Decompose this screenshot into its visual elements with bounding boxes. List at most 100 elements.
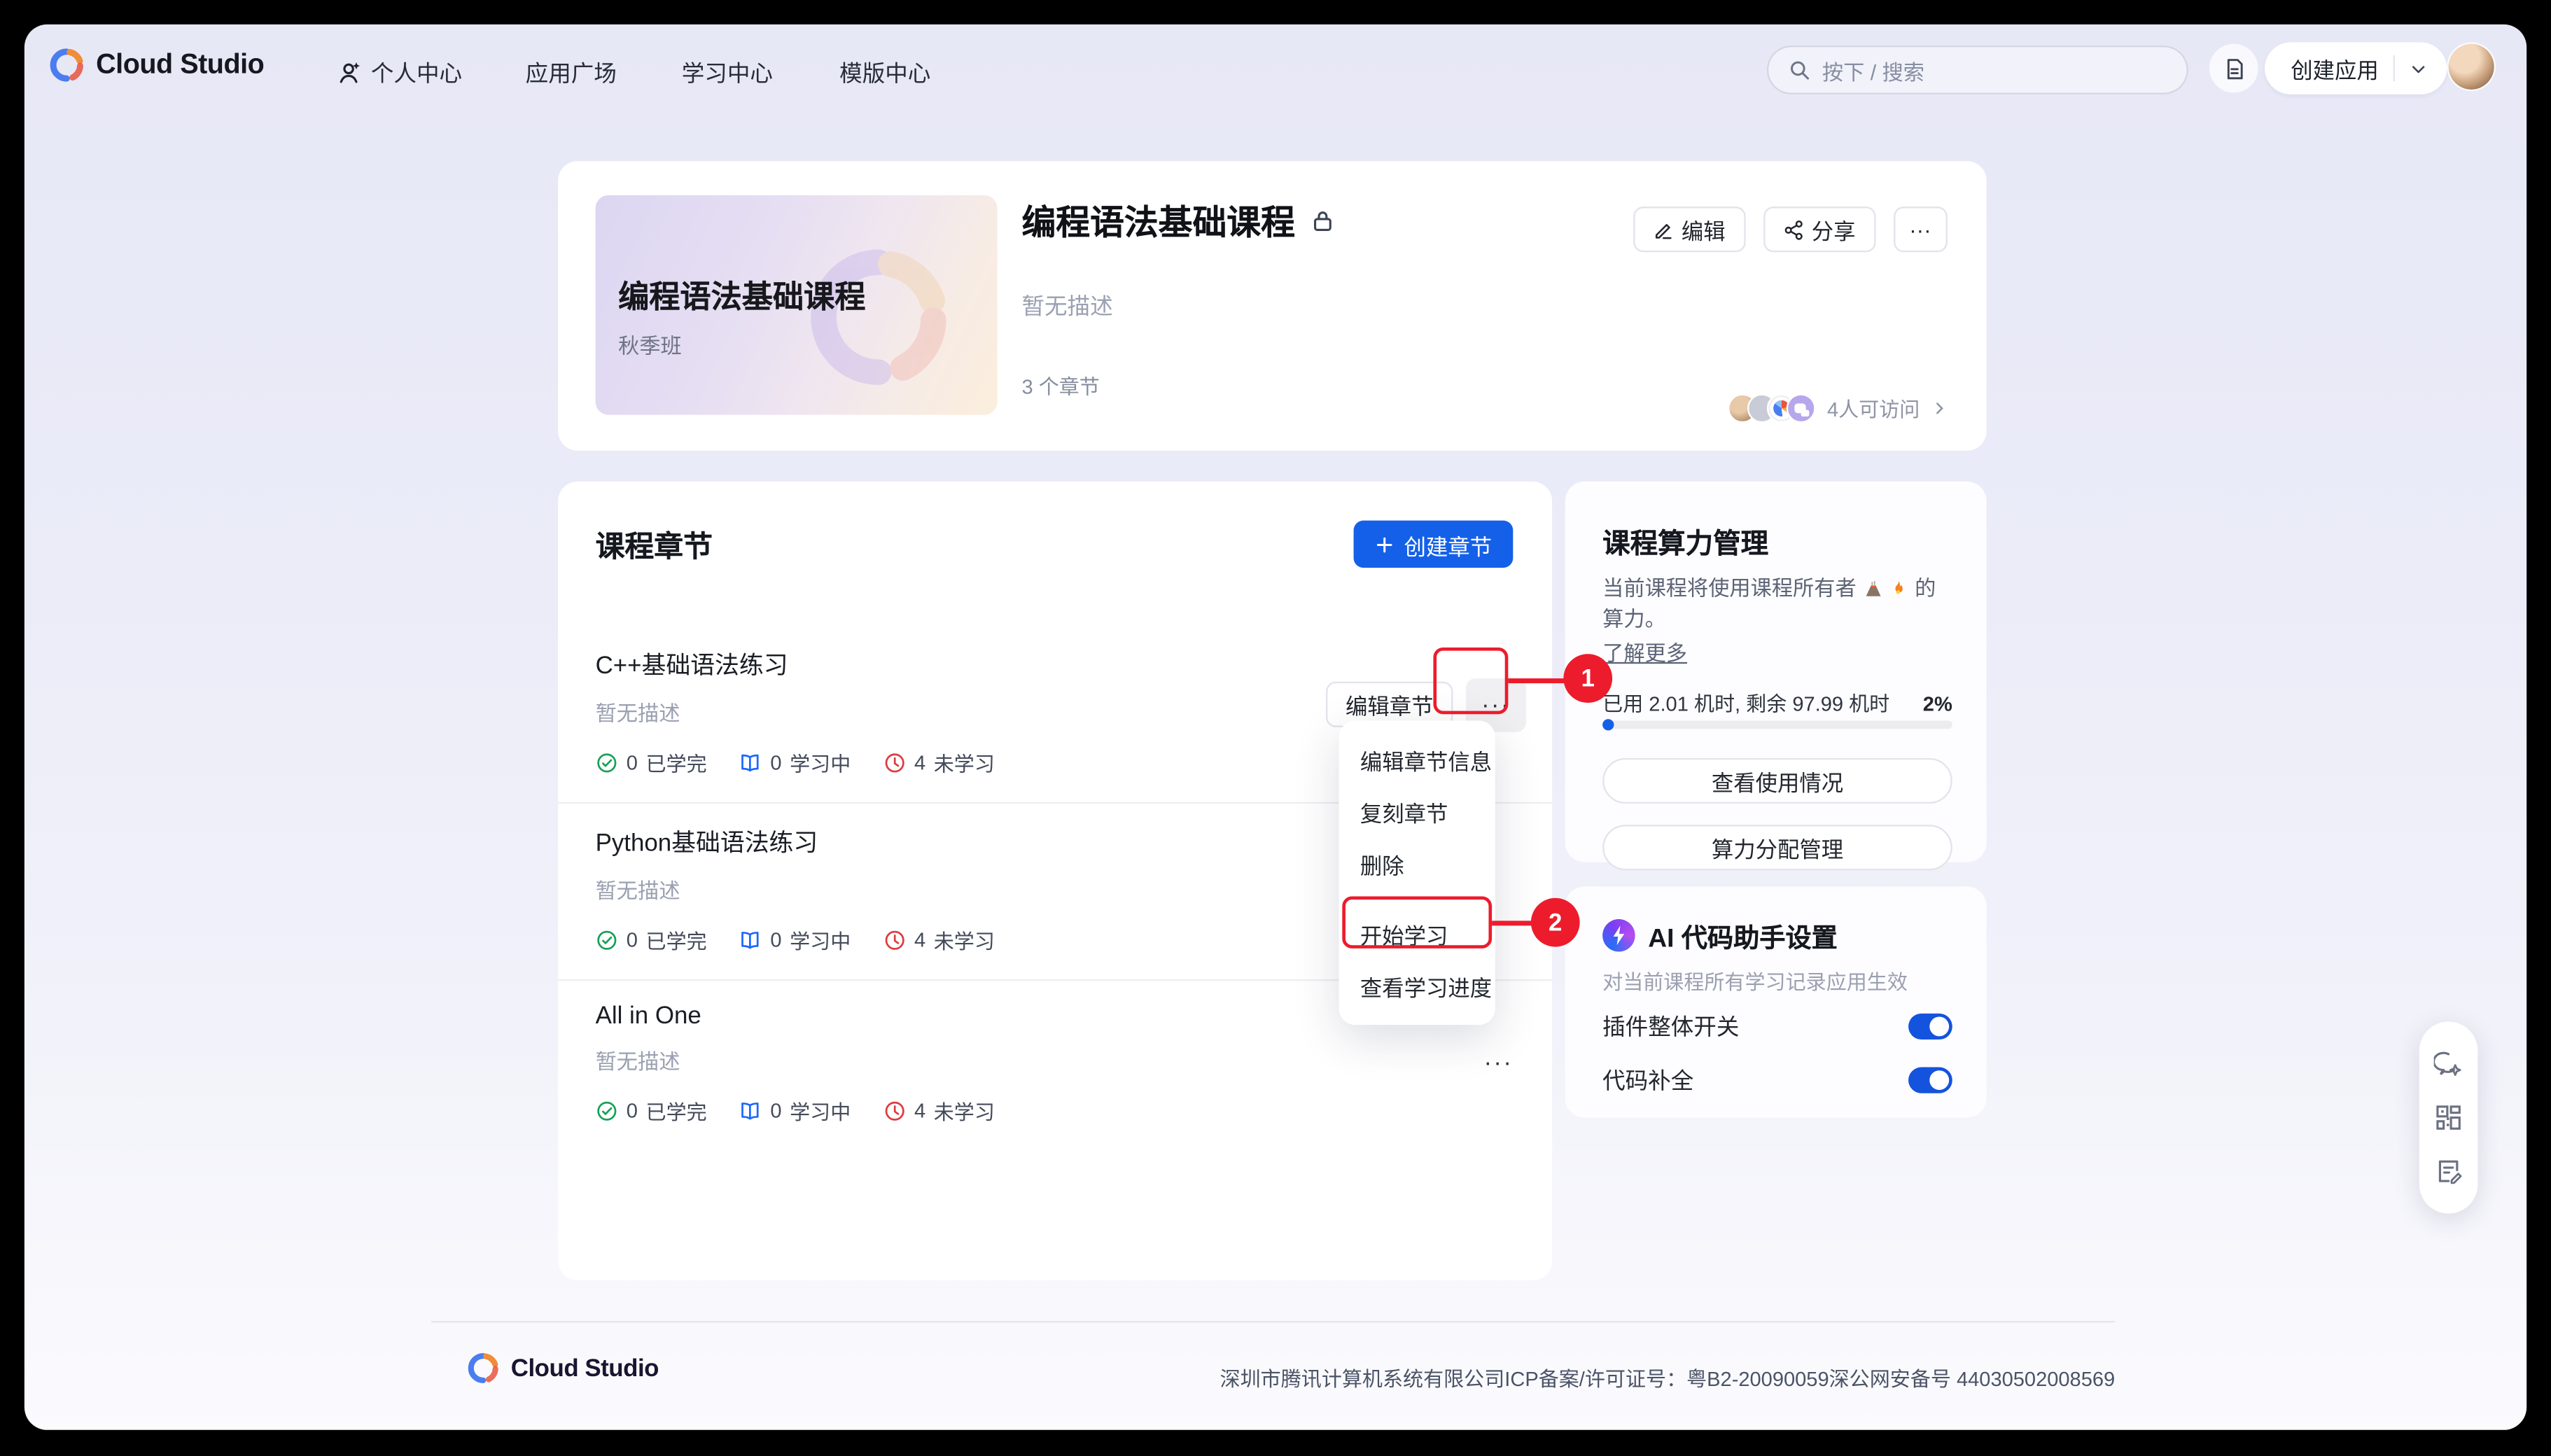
book-icon bbox=[739, 751, 762, 774]
search-icon bbox=[1788, 59, 1811, 82]
ellipsis-icon: ··· bbox=[1909, 217, 1931, 241]
thumbnail-subtitle: 秋季班 bbox=[618, 328, 682, 359]
compute-allocation-button[interactable]: 算力分配管理 bbox=[1602, 825, 1952, 870]
cloud-studio-logo-icon bbox=[49, 47, 85, 83]
access-info[interactable]: 4人可访问 bbox=[1728, 392, 1948, 423]
edit-course-button[interactable]: 编辑 bbox=[1633, 206, 1745, 252]
check-circle-icon bbox=[596, 751, 619, 774]
doc-edit-icon bbox=[2434, 1156, 2463, 1186]
nav-item-app-plaza[interactable]: 应用广场 bbox=[526, 57, 617, 89]
nav-item-personal-center[interactable]: 个人中心 bbox=[337, 57, 462, 89]
share-course-button[interactable]: 分享 bbox=[1763, 206, 1875, 252]
person-sparkle-icon bbox=[337, 60, 363, 86]
chevron-right-icon bbox=[1931, 400, 1948, 416]
lock-icon bbox=[1310, 208, 1336, 234]
user-avatar[interactable] bbox=[2449, 44, 2494, 90]
ai-assistant-panel: AI 代码助手设置 对当前课程所有学习记录应用生效 插件整体开关 代码补全 bbox=[1565, 887, 1987, 1118]
ellipsis-icon: ··· bbox=[1483, 1049, 1513, 1077]
menu-item-edit-chapter-info[interactable]: 编辑章节信息 bbox=[1339, 734, 1495, 785]
course-thumbnail: 编程语法基础课程 秋季班 bbox=[596, 195, 998, 415]
chapter-stats: 0已学完 0学习中 4未学习 bbox=[596, 1095, 1515, 1126]
navbar: Cloud Studio 个人中心 应用广场 学习中心 模版中心 按下 / 搜索 bbox=[25, 24, 2526, 115]
completion-toggle-row: 代码补全 bbox=[1602, 1064, 1952, 1096]
course-header-card: 编程语法基础课程 秋季班 编程语法基础课程 暂无描述 3 个章节 编辑 bbox=[558, 161, 1986, 451]
chat-sparkle-icon bbox=[2434, 1050, 2463, 1079]
share-label: 分享 bbox=[1812, 213, 1856, 245]
ai-assistant-logo-icon bbox=[1602, 919, 1635, 951]
footer-divider bbox=[431, 1321, 2115, 1322]
search-input[interactable]: 按下 / 搜索 bbox=[1767, 46, 2188, 94]
course-chapter-count: 3 个章节 bbox=[1021, 370, 1099, 400]
edit-label: 编辑 bbox=[1682, 213, 1726, 245]
menu-divider bbox=[1355, 898, 1479, 899]
menu-item-view-progress[interactable]: 查看学习进度 bbox=[1339, 960, 1495, 1011]
plugin-toggle-label: 插件整体开关 bbox=[1602, 1010, 1739, 1042]
page: Cloud Studio 个人中心 应用广场 学习中心 模版中心 按下 / 搜索 bbox=[25, 24, 2526, 1430]
ai-heading: AI 代码助手设置 bbox=[1648, 916, 1838, 955]
access-label: 4人可访问 bbox=[1827, 392, 1920, 423]
brand-logo[interactable]: Cloud Studio bbox=[49, 47, 265, 83]
menu-item-start-learning[interactable]: 开始学习 bbox=[1339, 908, 1495, 960]
cloud-studio-logo-icon bbox=[467, 1352, 499, 1384]
chapter-title: C++基础语法练习 bbox=[596, 648, 1515, 682]
stat-completed: 0已学完 bbox=[596, 1095, 707, 1126]
create-chapter-button[interactable]: 创建章节 bbox=[1354, 521, 1514, 568]
screen: Cloud Studio 个人中心 应用广场 学习中心 模版中心 按下 / 搜索 bbox=[0, 0, 2551, 1456]
usage-progress-bar bbox=[1602, 721, 1952, 729]
course-more-button[interactable]: ··· bbox=[1893, 206, 1948, 252]
stat-not-started: 4未学习 bbox=[883, 747, 995, 778]
chevron-down-icon[interactable] bbox=[2410, 59, 2428, 78]
usage-percent: 2% bbox=[1923, 693, 1952, 716]
plugin-toggle-row: 插件整体开关 bbox=[1602, 1010, 1952, 1042]
document-button[interactable] bbox=[2209, 44, 2258, 93]
create-chapter-label: 创建章节 bbox=[1404, 528, 1492, 560]
plugin-toggle-switch[interactable] bbox=[1908, 1014, 1952, 1040]
share-icon bbox=[1782, 219, 1803, 240]
search-placeholder: 按下 / 搜索 bbox=[1822, 55, 1924, 85]
menu-item-delete[interactable]: 删除 bbox=[1339, 838, 1495, 890]
annotation-badge-step1: 1 bbox=[1563, 654, 1612, 703]
book-icon bbox=[739, 1099, 762, 1122]
document-icon bbox=[2221, 56, 2246, 80]
member-avatars bbox=[1728, 393, 1815, 422]
nav-item-label: 模版中心 bbox=[839, 57, 930, 89]
pencil-icon bbox=[1652, 219, 1673, 240]
usage-row: 已用 2.01 机时, 剩余 97.99 机时 2% bbox=[1602, 687, 1952, 718]
compute-panel: 课程算力管理 当前课程将使用课程所有者 的算力。 了解更多 已用 2.01 机时… bbox=[1565, 482, 1987, 862]
nav-item-label: 个人中心 bbox=[371, 57, 462, 89]
create-app-label: 创建应用 bbox=[2291, 52, 2378, 84]
check-circle-icon bbox=[596, 928, 619, 951]
chapter-more-button[interactable]: ··· bbox=[1483, 1049, 1513, 1077]
ellipsis-icon: ··· bbox=[1481, 692, 1511, 720]
clock-icon bbox=[883, 1099, 907, 1122]
stat-learning: 0学习中 bbox=[739, 1095, 851, 1126]
qr-code-button[interactable] bbox=[2434, 1103, 2463, 1133]
course-actions: 编辑 分享 ··· bbox=[1633, 206, 1948, 252]
course-description: 暂无描述 bbox=[1021, 290, 1112, 322]
compute-description: 当前课程将使用课程所有者 的算力。 bbox=[1602, 574, 1954, 636]
thumbnail-title: 编程语法基础课程 bbox=[618, 273, 865, 317]
nav-item-learning-center[interactable]: 学习中心 bbox=[682, 57, 773, 89]
stat-learning: 0学习中 bbox=[739, 924, 851, 955]
plus-icon bbox=[1375, 534, 1395, 554]
menu-item-fork-chapter[interactable]: 复刻章节 bbox=[1339, 785, 1495, 837]
stat-completed: 0已学完 bbox=[596, 747, 707, 778]
completion-toggle-switch[interactable] bbox=[1908, 1068, 1952, 1093]
stat-learning: 0学习中 bbox=[739, 747, 851, 778]
stat-not-started: 4未学习 bbox=[883, 924, 995, 955]
view-usage-button[interactable]: 查看使用情况 bbox=[1602, 758, 1952, 804]
feedback-button[interactable] bbox=[2434, 1156, 2463, 1186]
brand-name: Cloud Studio bbox=[96, 49, 264, 81]
annotation-line-step2 bbox=[1492, 920, 1534, 925]
ai-chat-button[interactable] bbox=[2434, 1050, 2463, 1079]
fire-emoji-icon bbox=[1889, 579, 1909, 598]
ai-description: 对当前课程所有学习记录应用生效 bbox=[1602, 965, 1908, 995]
learn-more-link[interactable]: 了解更多 bbox=[1602, 636, 1687, 667]
nav-item-template-center[interactable]: 模版中心 bbox=[839, 57, 930, 89]
chapter-context-menu: 编辑章节信息 复刻章节 删除 开始学习 查看学习进度 bbox=[1339, 721, 1495, 1026]
usage-progress-fill bbox=[1602, 719, 1614, 730]
member-avatar bbox=[1787, 393, 1816, 422]
usage-text: 已用 2.01 机时, 剩余 97.99 机时 bbox=[1602, 687, 1889, 718]
ai-heading-row: AI 代码助手设置 bbox=[1602, 916, 1838, 955]
create-app-button[interactable]: 创建应用 bbox=[2265, 42, 2447, 94]
